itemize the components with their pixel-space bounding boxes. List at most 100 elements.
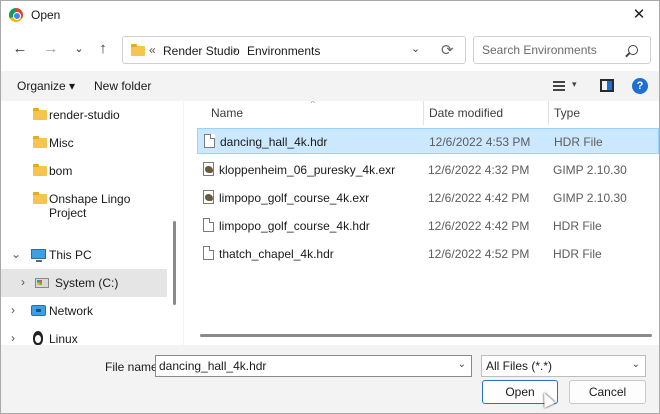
file-name: limpopo_golf_course_4k.hdr [219,219,370,233]
file-name: limpopo_golf_course_4k.exr [219,191,370,205]
sidebar-item-linux[interactable]: › Linux [1,325,167,345]
search-input[interactable] [480,41,620,59]
view-list-icon[interactable] [553,81,565,91]
preview-pane-icon[interactable] [600,79,614,92]
folder-icon [131,44,145,56]
new-folder-button[interactable]: New folder [94,79,151,93]
breadcrumb-render-studio[interactable]: Render Studio [163,44,240,58]
sidebar-item-misc[interactable]: Misc [1,129,167,157]
file-name: dancing_hall_4k.hdr [220,135,328,149]
sidebar-item-render-studio[interactable]: render-studio [1,101,167,129]
file-date: 12/6/2022 4:52 PM [428,247,530,261]
file-row[interactable]: dancing_hall_4k.hdr 12/6/2022 4:53 PM HD… [197,128,659,154]
column-header-name[interactable]: Name [211,101,243,125]
chevron-down-icon[interactable]: ⌄ [458,359,466,370]
recent-locations-button[interactable]: ⌄ [69,39,89,59]
organize-button[interactable]: Organize ▾ [17,79,75,93]
sidebar-scrollbar[interactable] [173,221,176,305]
search-icon[interactable] [628,45,638,55]
sidebar-item-label: Network [49,304,94,318]
sidebar-item-onshape-lingo-project[interactable]: Onshape Lingo Project [1,185,167,220]
file-type: HDR File [554,135,603,149]
sidebar-item-this-pc[interactable]: ⌄ This PC [1,241,167,269]
sidebar-item-label: render-studio [49,108,120,122]
toolbar: Organize ▾ New folder ▾ ? [1,71,659,101]
drive-icon [35,278,49,288]
file-row[interactable]: limpopo_golf_course_4k.exr 12/6/2022 4:4… [197,185,659,211]
breadcrumb-environments[interactable]: Environments [247,44,320,58]
navigation-pane: render-studio Misc bom Onshape Lingo Pro… [1,101,183,345]
sidebar-item-label: Onshape Lingo Project [49,192,131,220]
file-row[interactable]: kloppenheim_06_puresky_4k.exr 12/6/2022 … [197,157,659,183]
sidebar-item-label: bom [49,164,73,178]
column-header-date-modified[interactable]: Date modified [429,101,503,125]
expand-chevron-icon[interactable]: › [21,275,25,289]
sidebar-item-network[interactable]: › Network [1,297,167,325]
gimp-file-icon [203,162,214,176]
file-row[interactable]: thatch_chapel_4k.hdr 12/6/2022 4:52 PM H… [197,241,659,267]
sort-ascending-icon: ^ [311,101,315,108]
chrome-icon [9,8,23,22]
file-name: thatch_chapel_4k.hdr [219,247,334,261]
column-header-type[interactable]: Type [554,101,580,125]
document-icon [203,246,214,260]
file-date: 12/6/2022 4:42 PM [428,219,530,233]
file-date: 12/6/2022 4:32 PM [428,163,530,177]
sidebar-item-system-c[interactable]: › System (C:) [1,269,167,297]
linux-penguin-icon [33,331,43,345]
file-row[interactable]: limpopo_golf_course_4k.hdr 12/6/2022 4:4… [197,213,659,239]
expand-chevron-icon[interactable]: › [11,331,15,345]
file-name: kloppenheim_06_puresky_4k.exr [219,163,396,177]
file-type: HDR File [553,247,602,261]
expand-chevron-icon[interactable]: › [11,303,15,317]
dialog-footer: File name: ⌄ All Files (*.*) ⌄ Open Canc… [1,345,659,413]
column-divider[interactable] [548,101,549,125]
cancel-button[interactable]: Cancel [569,380,646,404]
sidebar-item-label: System (C:) [55,276,119,290]
sidebar-item-label: Misc [49,136,74,150]
up-button[interactable]: ↑ [93,39,113,59]
close-button[interactable]: ✕ [619,1,659,29]
document-icon [204,134,215,148]
sidebar-item-label: This PC [49,248,92,262]
computer-icon [31,249,46,262]
navigation-bar: ← → ⌄ ↑ « Render Studio › Environments ⌄… [1,29,659,71]
sidebar-item-bom[interactable]: bom [1,157,167,185]
folder-icon [33,108,47,120]
title-bar: Open ✕ [1,1,659,29]
search-box[interactable] [473,36,651,64]
file-type-select[interactable]: All Files (*.*) ⌄ [481,355,646,377]
file-name-label: File name: [105,360,162,374]
file-list: Name ^ Date modified Type dancing_hall_4… [184,101,659,345]
column-divider[interactable] [423,101,424,125]
forward-button[interactable]: → [41,39,61,59]
file-type-value: All Files (*.*) [486,359,553,373]
file-type: HDR File [553,219,602,233]
network-icon [31,305,46,316]
collapse-chevron-icon[interactable]: ⌄ [11,247,21,261]
file-date: 12/6/2022 4:42 PM [428,191,530,205]
horizontal-scrollbar[interactable] [200,334,652,337]
file-date: 12/6/2022 4:53 PM [429,135,531,149]
view-dropdown-icon[interactable]: ▾ [572,79,577,90]
document-icon [203,218,214,232]
sidebar-item-label: Linux [49,332,78,345]
folder-icon [33,192,47,204]
address-dropdown-icon[interactable]: ⌄ [411,42,420,55]
help-icon[interactable]: ? [632,78,648,94]
address-overflow[interactable]: « [149,43,156,57]
file-name-input[interactable] [159,358,449,374]
address-bar[interactable]: « Render Studio › Environments ⌄ ⟳ [122,36,466,64]
file-name-combobox[interactable]: ⌄ [155,355,472,377]
refresh-icon[interactable]: ⟳ [441,41,454,59]
folder-icon [33,164,47,176]
open-file-dialog: Open ✕ ← → ⌄ ↑ « Render Studio › Environ… [0,0,660,414]
file-type: GIMP 2.10.30 [553,163,627,177]
gimp-file-icon [203,190,214,204]
back-button[interactable]: ← [10,39,30,59]
folder-icon [33,136,47,148]
file-type: GIMP 2.10.30 [553,191,627,205]
breadcrumb-separator[interactable]: › [233,43,237,57]
window-title: Open [31,8,61,22]
chevron-down-icon[interactable]: ⌄ [632,359,640,370]
